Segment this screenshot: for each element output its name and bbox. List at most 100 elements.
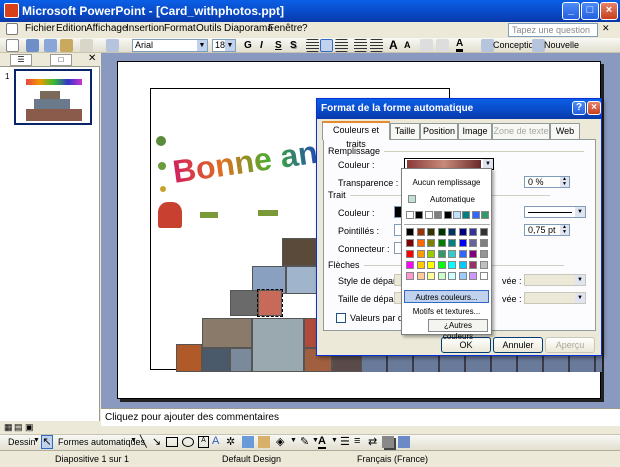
line-icon[interactable]: ╲ — [140, 435, 147, 448]
close-doc-icon[interactable]: ✕ — [602, 23, 610, 34]
menu-fenetre[interactable]: Fenêtre — [268, 23, 302, 34]
increase-font-icon[interactable]: A — [389, 38, 398, 53]
menu-diaporama[interactable]: Diaporama — [224, 23, 273, 34]
arrow-style-icon[interactable]: ⇄ — [368, 435, 377, 448]
photo[interactable] — [252, 318, 304, 372]
photo[interactable] — [230, 348, 252, 372]
color-swatch[interactable] — [427, 261, 435, 269]
sorter-view-icon[interactable]: ▤ — [14, 422, 23, 433]
color-swatch[interactable] — [469, 261, 477, 269]
color-swatch[interactable] — [458, 239, 467, 247]
shadow-style-icon[interactable] — [382, 436, 394, 448]
new-icon[interactable] — [6, 39, 19, 52]
rectangle-icon[interactable] — [166, 437, 178, 447]
color-swatch[interactable] — [427, 239, 435, 247]
color-swatch[interactable] — [427, 272, 435, 280]
epaisseur-input[interactable]: 0,75 pt ▲ ▼ — [524, 224, 570, 236]
dialog-close-button[interactable]: × — [587, 101, 601, 115]
align-center-icon[interactable] — [320, 39, 333, 52]
color-swatch[interactable] — [453, 211, 461, 219]
menu-affichage[interactable]: Affichage — [86, 23, 128, 34]
color-swatch[interactable] — [406, 228, 414, 236]
selected-photo[interactable] — [257, 289, 283, 317]
fill-color-icon[interactable]: ◈ — [276, 435, 284, 448]
picture-icon[interactable] — [258, 436, 270, 448]
numbering-icon[interactable] — [354, 39, 367, 52]
aucun-remplissage-item[interactable]: Aucun remplissage — [404, 176, 489, 189]
color-swatch[interactable] — [406, 261, 414, 269]
color-swatch[interactable] — [443, 211, 452, 219]
spinner-icon[interactable]: ▲ ▼ — [560, 177, 569, 187]
color-swatch[interactable] — [406, 250, 414, 258]
color-swatch[interactable] — [415, 211, 424, 219]
color-swatch[interactable] — [406, 211, 414, 219]
menu-help[interactable]: ? — [302, 23, 308, 34]
font-size-select[interactable]: 18 ▼ — [212, 39, 236, 52]
minimize-button[interactable]: _ — [562, 2, 580, 20]
color-swatch[interactable] — [406, 272, 414, 280]
slideshow-view-icon[interactable]: ▣ — [25, 422, 34, 433]
color-swatch[interactable] — [416, 250, 425, 258]
arrow-icon[interactable]: ↘ — [152, 435, 161, 448]
color-swatch[interactable] — [448, 250, 456, 258]
color-swatch[interactable] — [416, 272, 425, 280]
photo[interactable] — [230, 290, 258, 316]
tab-slides[interactable]: □ — [50, 54, 72, 66]
color-swatch[interactable] — [469, 228, 477, 236]
color-swatch[interactable] — [416, 261, 425, 269]
tab-web[interactable]: Web — [550, 123, 580, 139]
font-color-icon[interactable]: A — [318, 435, 326, 449]
underline-button[interactable]: S — [275, 38, 282, 53]
menu-format[interactable]: Format — [164, 23, 196, 34]
autres-couleurs-item[interactable]: Autres couleurs... — [404, 290, 489, 303]
textbox-icon[interactable]: A — [198, 436, 209, 448]
outdent-icon[interactable] — [436, 39, 449, 52]
color-swatch[interactable] — [479, 272, 488, 280]
maximize-button[interactable]: □ — [581, 2, 599, 20]
color-swatch[interactable] — [479, 250, 488, 258]
print-icon[interactable] — [26, 39, 39, 52]
color-swatch[interactable] — [469, 272, 477, 280]
color-swatch[interactable] — [448, 239, 456, 247]
annuler-button[interactable]: Annuler — [493, 337, 543, 353]
color-swatch[interactable] — [458, 228, 467, 236]
color-swatch[interactable] — [458, 272, 467, 280]
line-color-icon[interactable]: ✎ — [300, 435, 309, 448]
spinner-icon[interactable]: ▲ ▼ — [560, 225, 569, 235]
color-swatch[interactable] — [427, 250, 435, 258]
color-swatch[interactable] — [448, 261, 456, 269]
color-swatch[interactable] — [437, 239, 446, 247]
photo[interactable] — [202, 318, 252, 348]
tab-position[interactable]: Position — [420, 123, 458, 139]
color-swatch[interactable] — [437, 261, 446, 269]
3d-style-icon[interactable] — [398, 436, 410, 448]
photo[interactable] — [282, 238, 316, 266]
bold-button[interactable]: G — [244, 38, 252, 53]
bullets-icon[interactable] — [370, 39, 383, 52]
color-swatch[interactable] — [416, 239, 425, 247]
diagram-icon[interactable]: ✲ — [226, 435, 235, 448]
normal-view-icon[interactable]: ▦ — [4, 422, 13, 433]
color-swatch[interactable] — [469, 239, 477, 247]
color-swatch[interactable] — [437, 228, 446, 236]
decrease-font-icon[interactable]: A — [404, 38, 411, 53]
menu-outils[interactable]: Outils — [196, 23, 222, 34]
color-swatch[interactable] — [481, 211, 490, 219]
ellipse-icon[interactable] — [182, 437, 194, 447]
transparence-input[interactable]: 0 % ▲ ▼ — [524, 176, 570, 188]
slide-thumbnail[interactable] — [14, 69, 92, 125]
tab-outline[interactable]: ☰ — [10, 54, 32, 66]
color-swatch[interactable] — [416, 228, 425, 236]
tab-taille[interactable]: Taille — [390, 123, 420, 139]
color-swatch[interactable] — [434, 211, 443, 219]
notes-pane[interactable]: Cliquez pour ajouter des commentaires — [101, 408, 620, 426]
color-swatch[interactable] — [437, 272, 446, 280]
line-style-dropdown[interactable]: ▼ — [524, 206, 586, 218]
color-swatch[interactable] — [479, 228, 488, 236]
indent-icon[interactable] — [420, 39, 433, 52]
wordart-icon[interactable]: A — [212, 435, 219, 447]
dash-style-icon[interactable]: ≡ — [354, 435, 360, 447]
dessin-menu[interactable]: Dessin — [8, 437, 36, 447]
color-swatch[interactable] — [448, 272, 456, 280]
copy-icon[interactable] — [44, 39, 57, 52]
